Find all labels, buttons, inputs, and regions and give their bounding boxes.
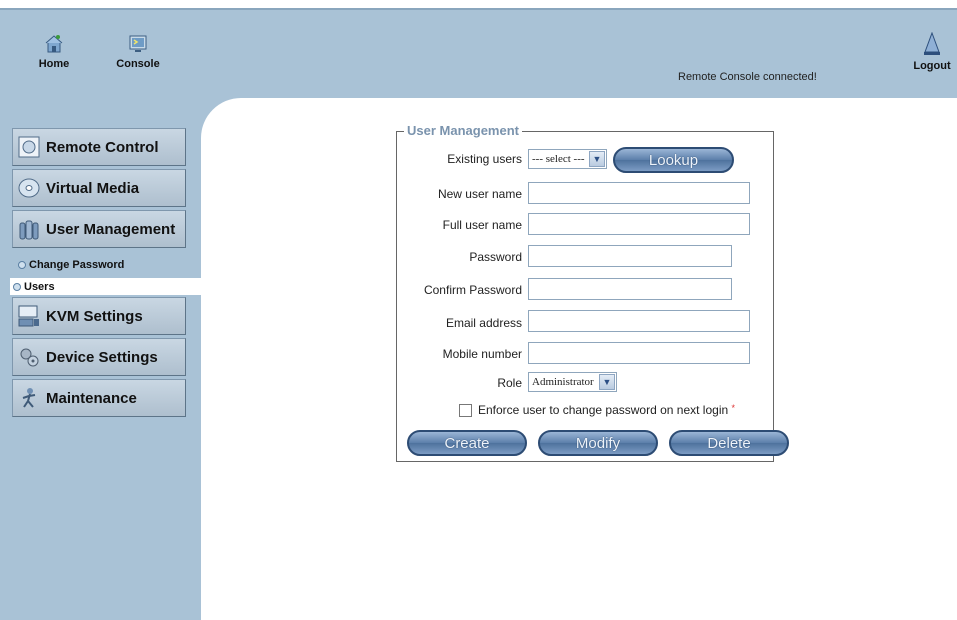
role-select[interactable]: Administrator ▼ [528,372,617,392]
gears-icon [20,348,39,367]
sidebar-item-label: User Management [46,220,176,238]
console-label: Console [116,58,160,70]
sidebar-item-device-settings[interactable]: Device Settings [12,338,186,376]
full-user-name-label: Full user name [442,218,522,232]
subitem-label: Change Password [29,259,125,271]
subitem-users[interactable]: Users [10,278,201,295]
console-icon [129,35,147,52]
home-icon [45,35,63,53]
required-mark: * [731,403,736,413]
maintenance-icon [22,388,36,408]
sidebar-item-label: Maintenance [46,389,137,407]
sidebar-item-label: KVM Settings [46,307,143,325]
mobile-number-label: Mobile number [442,347,522,361]
full-user-name-input[interactable] [528,213,750,235]
email-address-input[interactable] [528,310,750,332]
enforce-label-text: Enforce user to change password on next … [478,403,729,417]
email-address-label: Email address [445,316,522,330]
sidebar-item-user-management[interactable]: User Management [12,210,186,248]
delete-button[interactable]: Delete [669,430,789,456]
enforce-password-change-checkbox[interactable] [459,404,472,417]
password-label: Password [469,250,522,264]
existing-users-value: --- select --- [532,153,585,165]
keyboard-monitor-icon [18,305,39,327]
lookup-button[interactable]: Lookup [613,147,734,173]
confirm-password-label: Confirm Password [423,283,522,297]
users-icon [19,220,39,240]
logout-button[interactable]: Logout [908,32,956,72]
sidebar-item-virtual-media[interactable]: Virtual Media [12,169,186,207]
new-user-name-input[interactable] [528,182,750,204]
logout-icon [924,32,940,55]
logout-label: Logout [913,60,951,72]
password-input[interactable] [528,245,732,267]
chevron-down-icon: ▼ [599,374,615,390]
panel-title: User Management [404,123,522,138]
create-button[interactable]: Create [407,430,527,456]
remote-control-icon [18,136,40,158]
role-value: Administrator [532,376,594,388]
subitem-label: Users [24,280,55,293]
modify-button[interactable]: Modify [538,430,658,456]
role-label: Role [497,376,522,390]
confirm-password-input[interactable] [528,278,732,300]
home-label: Home [38,58,70,70]
disc-icon [18,178,40,198]
sidebar-item-label: Remote Control [46,138,159,156]
chevron-down-icon: ▼ [589,151,605,167]
enforce-password-change-label: Enforce user to change password on next … [478,403,735,417]
existing-users-select[interactable]: --- select --- ▼ [528,149,607,169]
existing-users-label: Existing users [447,152,522,166]
sidebar-item-label: Device Settings [46,348,158,366]
connection-status: Remote Console connected! [678,71,817,83]
subitem-change-password[interactable]: Change Password [18,259,124,271]
home-button[interactable]: Home [34,34,74,70]
sidebar-item-label: Virtual Media [46,179,140,197]
corner-curve [201,98,281,178]
bullet-icon [18,261,26,269]
sidebar-item-kvm-settings[interactable]: KVM Settings [12,297,186,335]
new-user-name-label: New user name [437,187,522,201]
console-button[interactable]: Console [112,34,164,70]
sidebar-item-remote-control[interactable]: Remote Control [12,128,186,166]
mobile-number-input[interactable] [528,342,750,364]
bullet-icon [13,282,21,291]
sidebar-item-maintenance[interactable]: Maintenance [12,379,186,417]
